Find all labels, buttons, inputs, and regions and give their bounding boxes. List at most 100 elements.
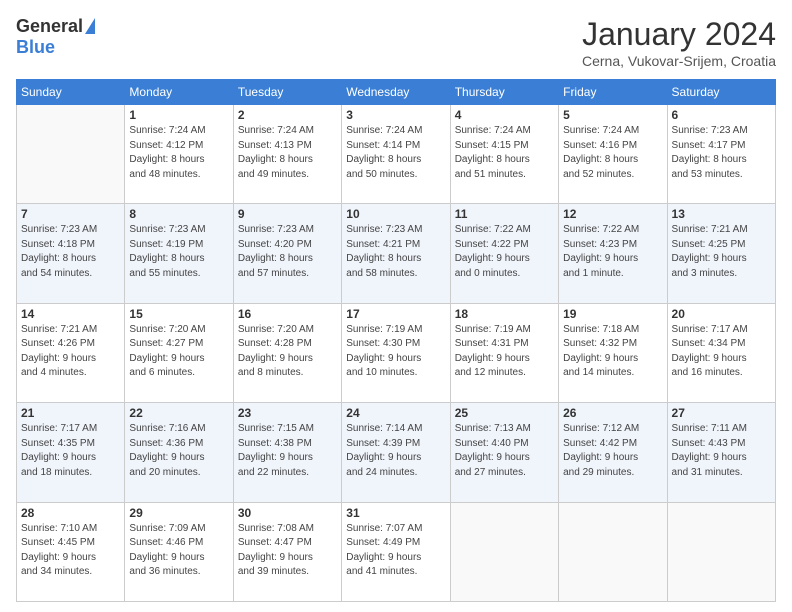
day-info: Sunrise: 7:24 AMSunset: 4:13 PMDaylight:… (238, 124, 337, 182)
table-row (17, 105, 125, 204)
day-info: Sunrise: 7:23 AMSunset: 4:17 PMDaylight:… (672, 124, 771, 182)
table-row: 23Sunrise: 7:15 AMSunset: 4:38 PMDayligh… (233, 403, 341, 502)
col-friday: Friday (559, 80, 667, 105)
day-number: 22 (129, 406, 228, 420)
day-number: 19 (563, 307, 662, 321)
table-row: 27Sunrise: 7:11 AMSunset: 4:43 PMDayligh… (667, 403, 775, 502)
day-number: 12 (563, 207, 662, 221)
table-row: 5Sunrise: 7:24 AMSunset: 4:16 PMDaylight… (559, 105, 667, 204)
day-number: 10 (346, 207, 445, 221)
calendar-week-row: 21 Sunrise: 7:17 AMSunset: 4:35 PMDayligh… (17, 403, 776, 502)
table-row: 13Sunrise: 7:21 AMSunset: 4:25 PMDayligh… (667, 204, 775, 303)
table-row: 11 Sunrise: 7:22 AMSunset: 4:22 PMDayligh… (450, 204, 558, 303)
day-number: 7 (21, 207, 120, 221)
calendar-week-row: 7Sunrise: 7:23 AMSunset: 4:18 PMDaylight… (17, 204, 776, 303)
day-number: 14 (21, 307, 120, 321)
table-row: 16Sunrise: 7:20 AMSunset: 4:28 PMDayligh… (233, 303, 341, 402)
col-thursday: Thursday (450, 80, 558, 105)
table-row: 8 Sunrise: 7:23 AMSunset: 4:19 PMDaylight… (125, 204, 233, 303)
day-info: Sunrise: 7:22 AMSunset: 4:23 PMDaylight:… (563, 223, 662, 281)
day-info: Sunrise: 7:18 AMSunset: 4:32 PMDaylight:… (563, 323, 662, 381)
day-info: Sunrise: 7:23 AMSunset: 4:20 PMDaylight:… (238, 223, 337, 281)
table-row: 7Sunrise: 7:23 AMSunset: 4:18 PMDaylight… (17, 204, 125, 303)
page-container: General Blue January 2024 Cerna, Vukovar… (0, 0, 792, 612)
day-info: Sunrise: 7:15 AMSunset: 4:38 PMDaylight:… (238, 422, 337, 480)
logo-triangle-icon (85, 18, 95, 34)
table-row: 3Sunrise: 7:24 AMSunset: 4:14 PMDaylight… (342, 105, 450, 204)
day-info: Sunrise: 7:17 AMSunset: 4:34 PMDaylight:… (672, 323, 771, 381)
day-number: 31 (346, 506, 445, 520)
day-info: Sunrise: 7:24 AMSunset: 4:16 PMDaylight:… (563, 124, 662, 182)
calendar-table: Sunday Monday Tuesday Wednesday Thursday… (16, 79, 776, 602)
table-row: 21 Sunrise: 7:17 AMSunset: 4:35 PMDayligh… (17, 403, 125, 502)
table-row: 18 Sunrise: 7:19 AMSunset: 4:31 PMDayligh… (450, 303, 558, 402)
day-info: Sunrise: 7:10 AMSunset: 4:45 PMDaylight:… (21, 522, 120, 580)
day-number: 2 (238, 108, 337, 122)
day-info: Sunrise: 7:17 AMSunset: 4:35 PMDaylight:… (21, 422, 120, 480)
table-row: 19 Sunrise: 7:18 AMSunset: 4:32 PMDayligh… (559, 303, 667, 402)
day-info: Sunrise: 7:16 AMSunset: 4:36 PMDaylight:… (129, 422, 228, 480)
day-info: Sunrise: 7:20 AMSunset: 4:28 PMDaylight:… (238, 323, 337, 381)
day-info: Sunrise: 7:09 AMSunset: 4:46 PMDaylight:… (129, 522, 228, 580)
col-tuesday: Tuesday (233, 80, 341, 105)
day-number: 6 (672, 108, 771, 122)
header: General Blue January 2024 Cerna, Vukovar… (16, 16, 776, 69)
day-info: Sunrise: 7:12 AMSunset: 4:42 PMDaylight:… (563, 422, 662, 480)
day-number: 26 (563, 406, 662, 420)
table-row: 26 Sunrise: 7:12 AMSunset: 4:42 PMDayligh… (559, 403, 667, 502)
table-row: 20 Sunrise: 7:17 AMSunset: 4:34 PMDayligh… (667, 303, 775, 402)
calendar-week-row: 14 Sunrise: 7:21 AMSunset: 4:26 PMDayligh… (17, 303, 776, 402)
day-info: Sunrise: 7:24 AMSunset: 4:12 PMDaylight:… (129, 124, 228, 182)
day-info: Sunrise: 7:14 AMSunset: 4:39 PMDaylight:… (346, 422, 445, 480)
table-row: 30 Sunrise: 7:08 AMSunset: 4:47 PMDayligh… (233, 502, 341, 601)
day-number: 9 (238, 207, 337, 221)
day-info: Sunrise: 7:08 AMSunset: 4:47 PMDaylight:… (238, 522, 337, 580)
col-monday: Monday (125, 80, 233, 105)
day-info: Sunrise: 7:19 AMSunset: 4:31 PMDaylight:… (455, 323, 554, 381)
day-number: 13 (672, 207, 771, 221)
table-row: 12 Sunrise: 7:22 AMSunset: 4:23 PMDayligh… (559, 204, 667, 303)
day-number: 24 (346, 406, 445, 420)
table-row: 14 Sunrise: 7:21 AMSunset: 4:26 PMDayligh… (17, 303, 125, 402)
day-info: Sunrise: 7:13 AMSunset: 4:40 PMDaylight:… (455, 422, 554, 480)
logo-general-text: General (16, 16, 83, 37)
calendar-week-row: 28 Sunrise: 7:10 AMSunset: 4:45 PMDayligh… (17, 502, 776, 601)
table-row (559, 502, 667, 601)
day-info: Sunrise: 7:22 AMSunset: 4:22 PMDaylight:… (455, 223, 554, 281)
table-row: 9 Sunrise: 7:23 AMSunset: 4:20 PMDaylight… (233, 204, 341, 303)
table-row: 6 Sunrise: 7:23 AMSunset: 4:17 PMDaylight… (667, 105, 775, 204)
table-row: 17 Sunrise: 7:19 AMSunset: 4:30 PMDayligh… (342, 303, 450, 402)
day-number: 17 (346, 307, 445, 321)
day-info: Sunrise: 7:23 AMSunset: 4:19 PMDaylight:… (129, 223, 228, 281)
title-block: January 2024 Cerna, Vukovar-Srijem, Croa… (582, 16, 776, 69)
day-info: Sunrise: 7:24 AMSunset: 4:15 PMDaylight:… (455, 124, 554, 182)
table-row: 15Sunrise: 7:20 AMSunset: 4:27 PMDayligh… (125, 303, 233, 402)
table-row (450, 502, 558, 601)
logo-blue-text: Blue (16, 37, 55, 58)
calendar-header-row: Sunday Monday Tuesday Wednesday Thursday… (17, 80, 776, 105)
table-row: 22 Sunrise: 7:16 AMSunset: 4:36 PMDayligh… (125, 403, 233, 502)
col-saturday: Saturday (667, 80, 775, 105)
day-number: 3 (346, 108, 445, 122)
day-number: 11 (455, 207, 554, 221)
logo: General Blue (16, 16, 95, 58)
table-row (667, 502, 775, 601)
day-info: Sunrise: 7:19 AMSunset: 4:30 PMDaylight:… (346, 323, 445, 381)
day-number: 21 (21, 406, 120, 420)
table-row: 10Sunrise: 7:23 AMSunset: 4:21 PMDayligh… (342, 204, 450, 303)
day-number: 8 (129, 207, 228, 221)
day-number: 15 (129, 307, 228, 321)
table-row: 24 Sunrise: 7:14 AMSunset: 4:39 PMDayligh… (342, 403, 450, 502)
table-row: 2 Sunrise: 7:24 AMSunset: 4:13 PMDaylight… (233, 105, 341, 204)
day-info: Sunrise: 7:21 AMSunset: 4:26 PMDaylight:… (21, 323, 120, 381)
col-sunday: Sunday (17, 80, 125, 105)
day-number: 18 (455, 307, 554, 321)
day-number: 4 (455, 108, 554, 122)
month-title: January 2024 (582, 16, 776, 53)
day-number: 20 (672, 307, 771, 321)
table-row: 1Sunrise: 7:24 AMSunset: 4:12 PMDaylight… (125, 105, 233, 204)
calendar-week-row: 1Sunrise: 7:24 AMSunset: 4:12 PMDaylight… (17, 105, 776, 204)
day-number: 28 (21, 506, 120, 520)
day-number: 30 (238, 506, 337, 520)
day-info: Sunrise: 7:11 AMSunset: 4:43 PMDaylight:… (672, 422, 771, 480)
